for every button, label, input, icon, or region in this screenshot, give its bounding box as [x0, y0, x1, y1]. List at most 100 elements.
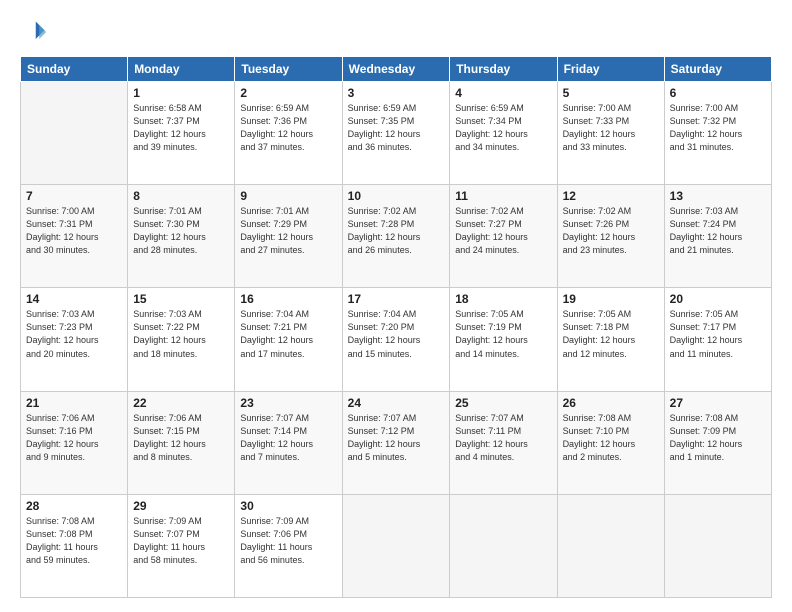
- calendar-cell: 9 Sunrise: 7:01 AM Sunset: 7:29 PM Daylig…: [235, 185, 342, 288]
- calendar-cell: [342, 494, 450, 597]
- day-number: 30: [240, 499, 336, 513]
- weekday-header: Sunday: [21, 57, 128, 82]
- day-info: Sunrise: 7:07 AM Sunset: 7:12 PM Dayligh…: [348, 412, 445, 464]
- day-info: Sunrise: 7:08 AM Sunset: 7:08 PM Dayligh…: [26, 515, 122, 567]
- weekday-header-row: SundayMondayTuesdayWednesdayThursdayFrid…: [21, 57, 772, 82]
- day-number: 21: [26, 396, 122, 410]
- day-number: 28: [26, 499, 122, 513]
- weekday-header: Monday: [128, 57, 235, 82]
- day-number: 19: [563, 292, 659, 306]
- day-info: Sunrise: 7:09 AM Sunset: 7:07 PM Dayligh…: [133, 515, 229, 567]
- day-number: 17: [348, 292, 445, 306]
- day-number: 13: [670, 189, 766, 203]
- day-info: Sunrise: 6:59 AM Sunset: 7:35 PM Dayligh…: [348, 102, 445, 154]
- day-info: Sunrise: 6:58 AM Sunset: 7:37 PM Dayligh…: [133, 102, 229, 154]
- calendar-cell: 30 Sunrise: 7:09 AM Sunset: 7:06 PM Dayli…: [235, 494, 342, 597]
- calendar-cell: 18Sunrise: 7:05 AM Sunset: 7:19 PM Dayli…: [450, 288, 557, 391]
- day-number: 1: [133, 86, 229, 100]
- calendar-cell: 29Sunrise: 7:09 AM Sunset: 7:07 PM Dayli…: [128, 494, 235, 597]
- day-number: 5: [563, 86, 659, 100]
- day-number: 3: [348, 86, 445, 100]
- day-number: 15: [133, 292, 229, 306]
- day-info: Sunrise: 7:08 AM Sunset: 7:10 PM Dayligh…: [563, 412, 659, 464]
- calendar-cell: 3 Sunrise: 6:59 AM Sunset: 7:35 PM Daylig…: [342, 82, 450, 185]
- weekday-header: Thursday: [450, 57, 557, 82]
- day-info: Sunrise: 7:06 AM Sunset: 7:16 PM Dayligh…: [26, 412, 122, 464]
- day-number: 18: [455, 292, 551, 306]
- day-number: 4: [455, 86, 551, 100]
- day-info: Sunrise: 7:04 AM Sunset: 7:21 PM Dayligh…: [240, 308, 336, 360]
- day-number: 20: [670, 292, 766, 306]
- day-number: 27: [670, 396, 766, 410]
- header: [20, 18, 772, 46]
- calendar-cell: 5 Sunrise: 7:00 AM Sunset: 7:33 PM Daylig…: [557, 82, 664, 185]
- calendar-cell: 1 Sunrise: 6:58 AM Sunset: 7:37 PM Daylig…: [128, 82, 235, 185]
- calendar-week-row: 28 Sunrise: 7:08 AM Sunset: 7:08 PM Dayli…: [21, 494, 772, 597]
- day-number: 14: [26, 292, 122, 306]
- calendar-cell: 15 Sunrise: 7:03 AM Sunset: 7:22 PM Dayli…: [128, 288, 235, 391]
- calendar-cell: [450, 494, 557, 597]
- day-info: Sunrise: 7:02 AM Sunset: 7:26 PM Dayligh…: [563, 205, 659, 257]
- day-info: Sunrise: 7:02 AM Sunset: 7:27 PM Dayligh…: [455, 205, 551, 257]
- day-number: 22: [133, 396, 229, 410]
- calendar-cell: [664, 494, 771, 597]
- weekday-header: Wednesday: [342, 57, 450, 82]
- calendar-cell: 14 Sunrise: 7:03 AM Sunset: 7:23 PM Dayli…: [21, 288, 128, 391]
- day-number: 10: [348, 189, 445, 203]
- day-info: Sunrise: 7:06 AM Sunset: 7:15 PM Dayligh…: [133, 412, 229, 464]
- day-info: Sunrise: 6:59 AM Sunset: 7:36 PM Dayligh…: [240, 102, 336, 154]
- calendar-week-row: 21 Sunrise: 7:06 AM Sunset: 7:16 PM Dayli…: [21, 391, 772, 494]
- day-number: 6: [670, 86, 766, 100]
- day-info: Sunrise: 7:05 AM Sunset: 7:17 PM Dayligh…: [670, 308, 766, 360]
- logo: [20, 18, 52, 46]
- day-info: Sunrise: 7:04 AM Sunset: 7:20 PM Dayligh…: [348, 308, 445, 360]
- weekday-header: Tuesday: [235, 57, 342, 82]
- day-info: Sunrise: 7:03 AM Sunset: 7:24 PM Dayligh…: [670, 205, 766, 257]
- calendar-cell: [21, 82, 128, 185]
- calendar-table: SundayMondayTuesdayWednesdayThursdayFrid…: [20, 56, 772, 598]
- calendar-cell: 26 Sunrise: 7:08 AM Sunset: 7:10 PM Dayli…: [557, 391, 664, 494]
- day-info: Sunrise: 7:08 AM Sunset: 7:09 PM Dayligh…: [670, 412, 766, 464]
- calendar-cell: 4 Sunrise: 6:59 AM Sunset: 7:34 PM Daylig…: [450, 82, 557, 185]
- day-info: Sunrise: 7:00 AM Sunset: 7:33 PM Dayligh…: [563, 102, 659, 154]
- weekday-header: Friday: [557, 57, 664, 82]
- calendar-cell: 7 Sunrise: 7:00 AM Sunset: 7:31 PM Daylig…: [21, 185, 128, 288]
- weekday-header: Saturday: [664, 57, 771, 82]
- day-info: Sunrise: 7:02 AM Sunset: 7:28 PM Dayligh…: [348, 205, 445, 257]
- calendar-cell: 16 Sunrise: 7:04 AM Sunset: 7:21 PM Dayli…: [235, 288, 342, 391]
- day-info: Sunrise: 6:59 AM Sunset: 7:34 PM Dayligh…: [455, 102, 551, 154]
- day-number: 26: [563, 396, 659, 410]
- day-number: 23: [240, 396, 336, 410]
- day-number: 8: [133, 189, 229, 203]
- calendar-cell: 25 Sunrise: 7:07 AM Sunset: 7:11 PM Dayli…: [450, 391, 557, 494]
- day-info: Sunrise: 7:01 AM Sunset: 7:30 PM Dayligh…: [133, 205, 229, 257]
- day-info: Sunrise: 7:07 AM Sunset: 7:11 PM Dayligh…: [455, 412, 551, 464]
- day-number: 7: [26, 189, 122, 203]
- calendar-cell: 11 Sunrise: 7:02 AM Sunset: 7:27 PM Dayli…: [450, 185, 557, 288]
- calendar-cell: 2 Sunrise: 6:59 AM Sunset: 7:36 PM Daylig…: [235, 82, 342, 185]
- day-number: 12: [563, 189, 659, 203]
- calendar-cell: 23 Sunrise: 7:07 AM Sunset: 7:14 PM Dayli…: [235, 391, 342, 494]
- day-number: 25: [455, 396, 551, 410]
- calendar-week-row: 14 Sunrise: 7:03 AM Sunset: 7:23 PM Dayli…: [21, 288, 772, 391]
- day-info: Sunrise: 7:03 AM Sunset: 7:22 PM Dayligh…: [133, 308, 229, 360]
- day-number: 16: [240, 292, 336, 306]
- day-info: Sunrise: 7:00 AM Sunset: 7:31 PM Dayligh…: [26, 205, 122, 257]
- day-info: Sunrise: 7:01 AM Sunset: 7:29 PM Dayligh…: [240, 205, 336, 257]
- day-number: 2: [240, 86, 336, 100]
- day-info: Sunrise: 7:05 AM Sunset: 7:18 PM Dayligh…: [563, 308, 659, 360]
- calendar-cell: 12 Sunrise: 7:02 AM Sunset: 7:26 PM Dayli…: [557, 185, 664, 288]
- day-number: 11: [455, 189, 551, 203]
- calendar-cell: 27 Sunrise: 7:08 AM Sunset: 7:09 PM Dayli…: [664, 391, 771, 494]
- logo-icon: [20, 18, 48, 46]
- day-info: Sunrise: 7:03 AM Sunset: 7:23 PM Dayligh…: [26, 308, 122, 360]
- day-info: Sunrise: 7:09 AM Sunset: 7:06 PM Dayligh…: [240, 515, 336, 567]
- calendar-cell: 10 Sunrise: 7:02 AM Sunset: 7:28 PM Dayli…: [342, 185, 450, 288]
- day-info: Sunrise: 7:07 AM Sunset: 7:14 PM Dayligh…: [240, 412, 336, 464]
- calendar-week-row: 1 Sunrise: 6:58 AM Sunset: 7:37 PM Daylig…: [21, 82, 772, 185]
- calendar-cell: 21 Sunrise: 7:06 AM Sunset: 7:16 PM Dayli…: [21, 391, 128, 494]
- calendar-cell: [557, 494, 664, 597]
- day-number: 9: [240, 189, 336, 203]
- day-info: Sunrise: 7:00 AM Sunset: 7:32 PM Dayligh…: [670, 102, 766, 154]
- calendar-cell: 19 Sunrise: 7:05 AM Sunset: 7:18 PM Dayli…: [557, 288, 664, 391]
